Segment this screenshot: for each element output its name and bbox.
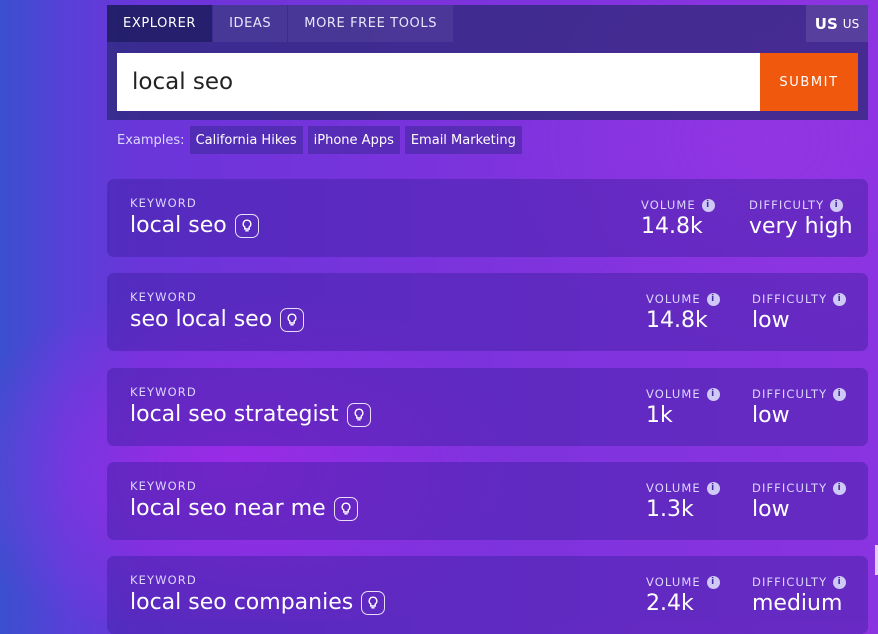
example-chip[interactable]: Email Marketing: [404, 126, 522, 154]
volume-metric: VOLUME i 2.4k: [646, 575, 720, 616]
info-icon[interactable]: i: [701, 198, 715, 212]
volume-metric: VOLUME i 1k: [646, 387, 720, 428]
volume-label: VOLUME: [641, 198, 696, 212]
keyword-label: KEYWORD: [130, 385, 197, 399]
lightbulb-icon[interactable]: [346, 402, 371, 427]
keyword-label: KEYWORD: [130, 479, 197, 493]
info-icon[interactable]: i: [706, 292, 720, 306]
difficulty-value: very high: [749, 214, 853, 239]
tab-explorer[interactable]: EXPLORER: [107, 5, 213, 42]
keyword-text: seo local seo: [130, 307, 273, 332]
lightbulb-icon[interactable]: [361, 590, 386, 615]
keyword-row: local seo: [130, 213, 259, 238]
example-chip[interactable]: iPhone Apps: [307, 126, 400, 154]
difficulty-metric: DIFFICULTY i very high: [749, 198, 853, 239]
volume-metric: VOLUME i 14.8k: [646, 292, 720, 333]
keyword-text: local seo companies: [130, 590, 354, 615]
lightbulb-icon[interactable]: [234, 213, 259, 238]
lightbulb-icon[interactable]: [333, 496, 358, 521]
keyword-text: local seo strategist: [130, 402, 339, 427]
difficulty-label: DIFFICULTY: [752, 292, 828, 306]
result-card[interactable]: KEYWORD local seo companies VOLUME i 2.4k…: [107, 556, 868, 634]
volume-value: 14.8k: [646, 308, 708, 333]
submit-button[interactable]: SUBMIT: [760, 53, 858, 111]
difficulty-label: DIFFICULTY: [752, 575, 828, 589]
examples-label: Examples:: [117, 132, 185, 148]
keyword-row: local seo strategist: [130, 402, 371, 427]
info-icon[interactable]: i: [830, 198, 844, 212]
difficulty-metric: DIFFICULTY i low: [752, 292, 847, 333]
volume-metric: VOLUME i 14.8k: [641, 198, 715, 239]
difficulty-value: low: [752, 497, 790, 522]
volume-label: VOLUME: [646, 387, 701, 401]
keyword-label: KEYWORD: [130, 196, 197, 210]
volume-value: 2.4k: [646, 591, 694, 616]
info-icon[interactable]: i: [833, 481, 847, 495]
volume-label: VOLUME: [646, 575, 701, 589]
volume-label: VOLUME: [646, 292, 701, 306]
info-icon[interactable]: i: [706, 387, 720, 401]
tab-ideas[interactable]: IDEAS: [213, 5, 288, 42]
volume-value: 1k: [646, 403, 673, 428]
result-card[interactable]: KEYWORD local seo strategist VOLUME i 1k …: [107, 368, 868, 446]
keyword-label: KEYWORD: [130, 290, 197, 304]
difficulty-label: DIFFICULTY: [752, 387, 828, 401]
difficulty-metric: DIFFICULTY i low: [752, 481, 847, 522]
result-card[interactable]: KEYWORD local seo near me VOLUME i 1.3k D…: [107, 462, 868, 540]
difficulty-value: low: [752, 308, 790, 333]
lightbulb-icon[interactable]: [280, 307, 305, 332]
info-icon[interactable]: i: [706, 575, 720, 589]
keyword-label: KEYWORD: [130, 573, 197, 587]
tab-more-free-tools[interactable]: MORE FREE TOOLS: [288, 5, 454, 42]
info-icon[interactable]: i: [833, 292, 847, 306]
difficulty-label: DIFFICULTY: [749, 198, 825, 212]
keyword-text: local seo: [130, 213, 227, 238]
info-icon[interactable]: i: [706, 481, 720, 495]
difficulty-metric: DIFFICULTY i low: [752, 387, 847, 428]
result-card[interactable]: KEYWORD local seo VOLUME i 14.8k DIFFICUL…: [107, 179, 868, 257]
result-card[interactable]: KEYWORD seo local seo VOLUME i 14.8k DIFF…: [107, 273, 868, 351]
tab-bar: EXPLORER IDEAS MORE FREE TOOLS: [107, 5, 454, 42]
difficulty-label: DIFFICULTY: [752, 481, 828, 495]
keyword-row: local seo companies: [130, 590, 386, 615]
info-icon[interactable]: i: [833, 387, 847, 401]
volume-label: VOLUME: [646, 481, 701, 495]
search-input[interactable]: [117, 53, 760, 111]
difficulty-value: medium: [752, 591, 843, 616]
difficulty-value: low: [752, 403, 790, 428]
volume-value: 14.8k: [641, 214, 703, 239]
volume-metric: VOLUME i 1.3k: [646, 481, 720, 522]
difficulty-metric: DIFFICULTY i medium: [752, 575, 847, 616]
country-code: US: [814, 14, 838, 33]
example-chip[interactable]: California Hikes: [189, 126, 303, 154]
keyword-text: local seo near me: [130, 496, 326, 521]
keyword-row: seo local seo: [130, 307, 305, 332]
country-label: US: [842, 16, 860, 31]
keyword-row: local seo near me: [130, 496, 358, 521]
search-panel: EXPLORER IDEAS MORE FREE TOOLS US US SUB…: [107, 5, 868, 120]
volume-value: 1.3k: [646, 497, 694, 522]
country-selector[interactable]: US US: [806, 5, 868, 42]
info-icon[interactable]: i: [833, 575, 847, 589]
examples-row: Examples: California Hikes iPhone Apps E…: [117, 126, 527, 154]
